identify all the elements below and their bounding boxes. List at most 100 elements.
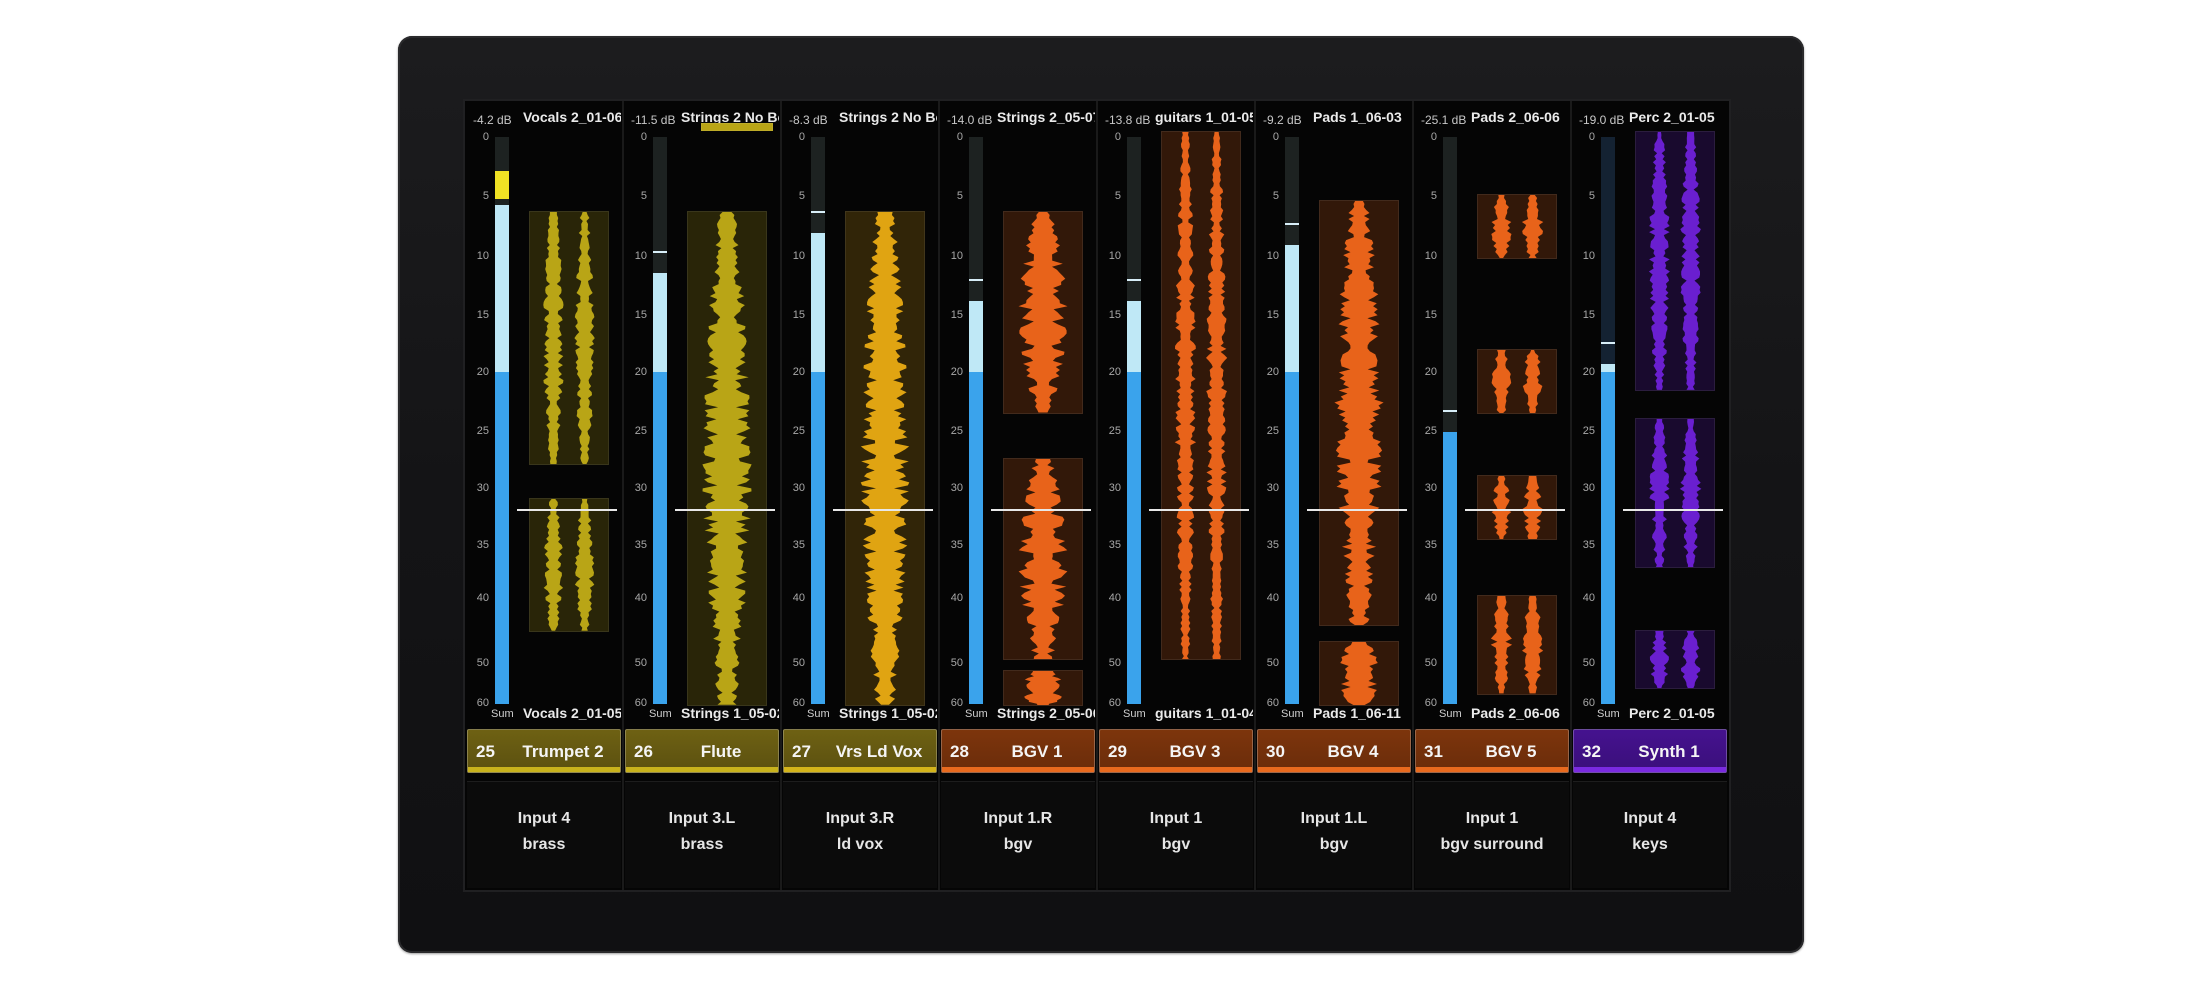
level-db-readout: -19.0 dB — [1579, 113, 1625, 127]
track-number: 31 — [1424, 742, 1443, 761]
clip-lane[interactable] — [681, 123, 779, 706]
strip-divider — [1570, 101, 1572, 890]
track-name-button[interactable]: 28 BGV 1 — [941, 729, 1095, 773]
channel-strip[interactable]: -11.5 dB Strings 2 No Bo Strings 1_05-02 Su… — [623, 101, 781, 890]
track-name-button[interactable]: 26 Flute — [625, 729, 779, 773]
waveform-shape — [1522, 475, 1543, 539]
audio-clip[interactable] — [701, 123, 773, 131]
channel-strip[interactable]: -25.1 dB Pads 2_06-06 Pads 2_06-06 Sum 0 5 10 1… — [1413, 101, 1571, 890]
meter-area: -8.3 dB Strings 2 No Bo Strings 1_05-02 Sum… — [781, 101, 939, 721]
clip-name-top: Perc 2_01-05 — [1629, 109, 1715, 125]
io-info[interactable]: Input 1 bgv surround — [1415, 781, 1569, 888]
audio-clip[interactable] — [1161, 131, 1241, 661]
meter-fill-light — [1127, 301, 1141, 373]
playhead-line — [991, 509, 1091, 511]
io-info[interactable]: Input 3.L brass — [625, 781, 779, 888]
channel-strip[interactable]: -14.0 dB Strings 2_05-07 Strings 2_05-06 Su… — [939, 101, 1097, 890]
track-name-button[interactable]: 25 Trumpet 2 — [467, 729, 621, 773]
clip-name-top: guitars 1_01-05 — [1155, 109, 1253, 125]
channel-strip[interactable]: -13.8 dB guitars 1_01-05 guitars 1_01-04 Su… — [1097, 101, 1255, 890]
meter-scale-tick: 30 — [1108, 481, 1121, 494]
track-name: BGV 3 — [1169, 742, 1221, 761]
group-name: brass — [680, 836, 724, 853]
audio-clip[interactable] — [529, 497, 609, 632]
clip-lane[interactable] — [997, 131, 1095, 706]
clip-lane[interactable] — [523, 131, 621, 704]
audio-clip[interactable] — [1003, 211, 1083, 414]
io-info[interactable]: Input 3.R ld vox — [783, 781, 937, 888]
touch-screen: -4.2 dB Vocals 2_01-06 Vocals 2_01-05 Sum 0 5… — [463, 99, 1731, 892]
channel-strip[interactable]: -19.0 dB Perc 2_01-05 Perc 2_01-05 Sum 0 5 10 1… — [1571, 101, 1729, 890]
meter-fill-light — [495, 205, 509, 373]
audio-clip[interactable] — [1635, 629, 1715, 689]
meter-scale-tick: 25 — [634, 425, 647, 438]
audio-clip[interactable] — [1003, 457, 1083, 661]
meter-scale-tick: 30 — [476, 481, 489, 494]
clip-lane[interactable] — [1313, 131, 1411, 706]
waveform-shape — [1340, 641, 1378, 705]
io-info[interactable]: Input 1.L bgv — [1257, 781, 1411, 888]
io-info[interactable]: Input 4 brass — [467, 781, 621, 888]
clip-lane[interactable] — [839, 131, 937, 706]
level-db-readout: -14.0 dB — [947, 113, 993, 127]
waveform-graphic — [1018, 458, 1068, 660]
level-meter — [495, 137, 509, 704]
track-color-bar — [1258, 767, 1410, 772]
clip-name-bottom: Perc 2_01-05 — [1629, 705, 1715, 721]
audio-clip[interactable] — [1635, 131, 1715, 391]
waveform-graphic — [1334, 200, 1384, 625]
meter-scale-tick: 30 — [634, 481, 647, 494]
audio-clip[interactable] — [845, 211, 925, 706]
track-number: 25 — [476, 742, 495, 761]
track-name-button[interactable]: 27 Vrs Ld Vox — [783, 729, 937, 773]
channel-strip[interactable]: -8.3 dB Strings 2 No Bo Strings 1_05-02 Sum… — [781, 101, 939, 890]
meter-scale-tick: 10 — [1582, 249, 1595, 262]
meter-clip-indicator — [495, 171, 509, 200]
input-assignment: Input 1 — [1149, 810, 1203, 827]
waveform-graphic — [1648, 132, 1701, 390]
audio-clip[interactable] — [1477, 595, 1557, 695]
meter-scale-tick: 50 — [1108, 657, 1121, 670]
audio-clip[interactable] — [529, 211, 609, 466]
meter-fill-light — [653, 273, 667, 373]
group-name: ld vox — [836, 836, 884, 853]
channel-strip[interactable]: -9.2 dB Pads 1_06-03 Pads 1_06-11 Sum 0 5 10 15… — [1255, 101, 1413, 890]
audio-clip[interactable] — [1477, 474, 1557, 540]
meter-scale-tick: 20 — [1266, 365, 1279, 378]
track-name-button[interactable]: 32 Synth 1 — [1573, 729, 1727, 773]
io-info[interactable]: Input 1 bgv — [1099, 781, 1253, 888]
meter-scale-tick: 5 — [640, 190, 647, 203]
clip-lane[interactable] — [1471, 131, 1569, 704]
track-name: Flute — [700, 742, 742, 761]
audio-clip[interactable] — [687, 211, 767, 706]
meter-scale-tick: 5 — [1430, 190, 1437, 203]
audio-clip[interactable] — [1003, 669, 1083, 706]
track-name-button[interactable]: 31 BGV 5 — [1415, 729, 1569, 773]
audio-clip[interactable] — [1319, 640, 1399, 706]
clip-lane[interactable] — [1629, 131, 1727, 704]
meter-area: -4.2 dB Vocals 2_01-06 Vocals 2_01-05 Sum 0 5… — [465, 101, 623, 721]
audio-clip[interactable] — [1477, 348, 1557, 414]
meter-scale-tick: 60 — [634, 697, 647, 709]
meter-area: -9.2 dB Pads 1_06-03 Pads 1_06-11 Sum 0 5 10 15… — [1255, 101, 1413, 721]
audio-clip[interactable] — [1635, 417, 1715, 569]
clip-name-bottom: guitars 1_01-04 — [1155, 705, 1253, 721]
io-info[interactable]: Input 4 keys — [1573, 781, 1727, 888]
waveform-graphic — [860, 212, 910, 705]
io-info[interactable]: Input 1.R bgv — [941, 781, 1095, 888]
audio-clip[interactable] — [1477, 194, 1557, 260]
meter-area: -25.1 dB Pads 2_06-06 Pads 2_06-06 Sum 0 5 10 1… — [1413, 101, 1571, 721]
audio-clip[interactable] — [1319, 199, 1399, 626]
meter-peak-hold — [969, 279, 983, 282]
meter-scale: 0 5 10 15 20 25 30 35 40 50 60 — [781, 129, 807, 709]
track-name: Synth 1 — [1638, 742, 1700, 761]
track-name-button[interactable]: 30 BGV 4 — [1257, 729, 1411, 773]
channel-strip[interactable]: -4.2 dB Vocals 2_01-06 Vocals 2_01-05 Sum 0 5… — [465, 101, 623, 890]
waveform-shape — [1680, 132, 1701, 390]
waveform-graphic — [1340, 641, 1378, 705]
strip-divider — [622, 101, 624, 890]
meter-fill — [969, 372, 983, 704]
clip-lane[interactable] — [1155, 131, 1253, 704]
meter-scale-tick: 15 — [634, 309, 647, 322]
track-name-button[interactable]: 29 BGV 3 — [1099, 729, 1253, 773]
